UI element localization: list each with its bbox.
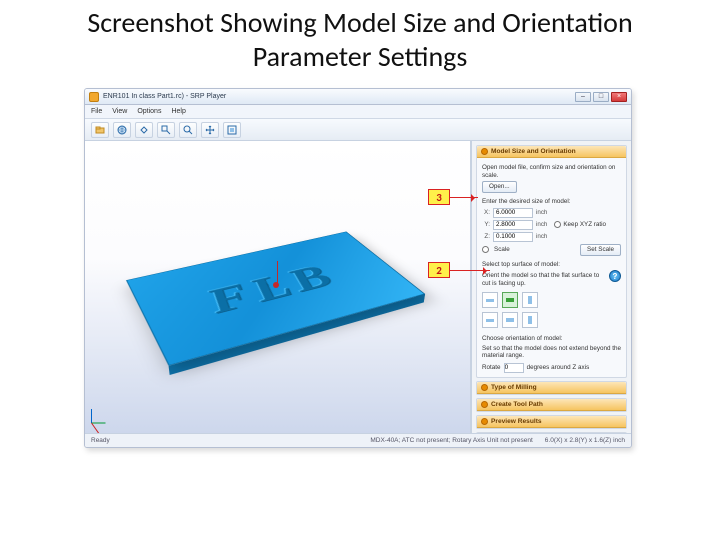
scale-radio[interactable] (482, 246, 489, 253)
panel-header-model-size[interactable]: Model Size and Orientation (477, 146, 626, 158)
page-title: Screenshot Showing Model Size and Orient… (0, 0, 720, 74)
step-4-icon (481, 418, 488, 425)
extent-instruction: Set so that the model does not extend be… (482, 345, 621, 360)
titlebar: ENR101 In class Part1.rc) - SRP Player –… (85, 89, 631, 105)
side-panel: Model Size and Orientation Open model fi… (471, 141, 631, 433)
model-origin-icon (273, 282, 279, 288)
rotate-input[interactable] (504, 363, 524, 373)
maximize-button[interactable]: □ (593, 92, 609, 102)
rotate-suffix: degrees around Z axis (527, 364, 590, 371)
callout-2-arrow-icon (450, 270, 490, 271)
rotate-row: Rotate degrees around Z axis (482, 363, 621, 373)
fit-icon[interactable] (223, 122, 241, 138)
menu-view[interactable]: View (112, 108, 127, 115)
x-size-field: X: inch (482, 208, 621, 218)
close-button[interactable]: × (611, 92, 627, 102)
z-size-field: Z: inch (482, 232, 621, 242)
panel-header-preview-label: Preview Results (491, 418, 542, 425)
status-ready: Ready (91, 437, 110, 444)
callout-3: 3 (428, 189, 450, 205)
model-plate: FLB (125, 232, 424, 366)
open-instruction: Open model file, confirm size and orient… (482, 164, 621, 179)
window-controls: – □ × (575, 92, 627, 102)
scale-label: Scale (494, 246, 510, 253)
step-3-icon (481, 401, 488, 408)
app-window: ENR101 In class Part1.rc) - SRP Player –… (84, 88, 632, 448)
orient-instruction: Orient the model so that the flat surfac… (482, 272, 605, 287)
status-bar: Ready MDX-40A; ATC not present; Rotary A… (85, 433, 631, 447)
panel-create-tool-path[interactable]: Create Tool Path (476, 398, 627, 412)
panel-model-size-orientation: Model Size and Orientation Open model fi… (476, 145, 627, 378)
main-area: FLB Model Size and Orientation Open mode… (85, 141, 631, 433)
orient-option-5[interactable] (502, 312, 518, 328)
set-scale-button[interactable]: Set Scale (580, 244, 621, 256)
reset-view-icon[interactable] (135, 122, 153, 138)
rotate-label: Rotate (482, 364, 501, 371)
orient-option-4[interactable] (482, 312, 498, 328)
axis-triad-icon (91, 399, 115, 423)
status-dimensions: 6.0(X) x 2.8(Y) x 1.6(Z) inch (545, 437, 625, 444)
orient-option-6[interactable] (522, 312, 538, 328)
globe-icon[interactable] (113, 122, 131, 138)
x-size-input[interactable] (493, 208, 533, 218)
y-size-field: Y: inch Keep XYZ ratio (482, 220, 621, 230)
select-top-instruction: Select top surface of model: (482, 261, 621, 269)
status-machine: MDX-40A; ATC not present; Rotary Axis Un… (370, 437, 532, 444)
menu-file[interactable]: File (91, 108, 102, 115)
zoom-icon[interactable] (179, 122, 197, 138)
callout-2: 2 (428, 262, 450, 278)
keep-xyz-checkbox[interactable] (554, 221, 561, 228)
panel-header-milling-label: Type of Milling (491, 384, 537, 391)
pan-icon[interactable] (201, 122, 219, 138)
callout-3-arrow-icon (450, 197, 478, 198)
menubar: File View Options Help (85, 105, 631, 119)
orientation-grid (482, 289, 621, 331)
panel-header-toolpath-label: Create Tool Path (491, 401, 543, 408)
app-icon (89, 92, 99, 102)
zoom-window-icon[interactable] (157, 122, 175, 138)
step-1-icon (481, 148, 488, 155)
toolbar (85, 119, 631, 141)
model-engraved-text: FLB (125, 232, 424, 366)
open-button[interactable]: Open... (482, 181, 517, 193)
panel-type-of-milling[interactable]: Type of Milling (476, 381, 627, 395)
panel-header-model-size-label: Model Size and Orientation (491, 148, 576, 155)
orient-option-3[interactable] (522, 292, 538, 308)
size-instruction: Enter the desired size of model: (482, 198, 621, 206)
menu-help[interactable]: Help (171, 108, 185, 115)
step-2-icon (481, 384, 488, 391)
window-title: ENR101 In class Part1.rc) - SRP Player (103, 93, 575, 100)
model-origin-z-axis-icon (277, 261, 278, 287)
choose-orientation-instruction: Choose orientation of model: (482, 335, 621, 343)
orient-option-1[interactable] (482, 292, 498, 308)
panel-preview-results[interactable]: Preview Results (476, 415, 627, 429)
keep-xyz-label: Keep XYZ ratio (563, 221, 606, 228)
orient-option-2[interactable] (502, 292, 518, 308)
help-icon[interactable]: ? (609, 270, 621, 282)
minimize-button[interactable]: – (575, 92, 591, 102)
menu-options[interactable]: Options (137, 108, 161, 115)
open-icon[interactable] (91, 122, 109, 138)
z-size-input[interactable] (493, 232, 533, 242)
y-size-input[interactable] (493, 220, 533, 230)
viewport-3d[interactable]: FLB (85, 141, 471, 433)
